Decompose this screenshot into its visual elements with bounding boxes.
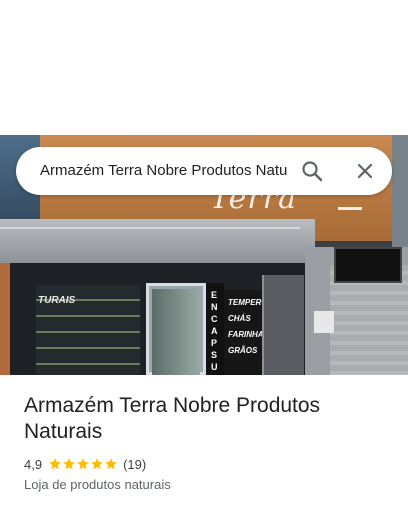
rating-stars [48, 457, 118, 471]
star-icon [91, 458, 103, 470]
dark-banner [334, 247, 402, 283]
side-panel-text: ENCAPSU [211, 290, 218, 372]
shelf-label: TURAIS [38, 295, 76, 306]
rating-row[interactable]: 4,9 (19) [24, 455, 146, 473]
brick-column [0, 263, 10, 375]
review-count[interactable]: (19) [123, 457, 146, 472]
display-fridge-glass [152, 289, 200, 375]
top-blank-area [0, 0, 408, 135]
wall-sign [314, 311, 334, 333]
star-icon [63, 458, 75, 470]
place-title: Armazém Terra Nobre Produtos Naturais [24, 394, 321, 443]
star-icon [105, 458, 117, 470]
search-input[interactable]: Armazém Terra Nobre Produtos Naturais [40, 147, 288, 195]
star-icon [49, 458, 61, 470]
search-icon[interactable] [300, 159, 324, 183]
search-bar[interactable]: Armazém Terra Nobre Produtos Naturais [16, 147, 392, 195]
rating-value: 4,9 [24, 456, 43, 472]
place-category: Loja de produtos naturais [24, 477, 171, 492]
store-sign-underline [338, 207, 362, 210]
awning-stripe [0, 227, 300, 229]
close-icon[interactable] [353, 159, 377, 183]
store-door [262, 275, 304, 375]
star-icon [77, 458, 89, 470]
